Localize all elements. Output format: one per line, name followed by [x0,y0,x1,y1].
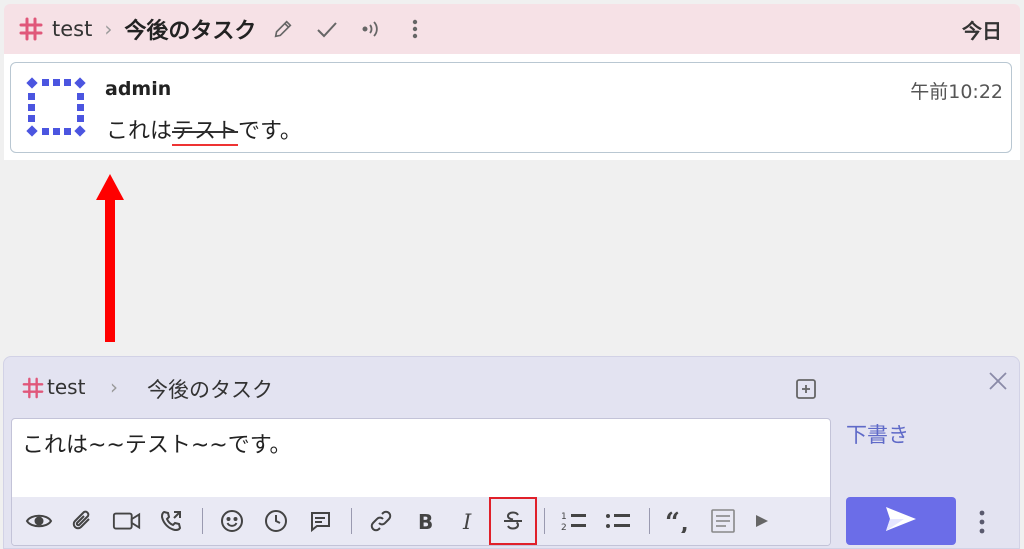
svg-text:“,: “, [665,509,689,533]
message-text-before: これは [106,119,173,144]
new-topic-plus-icon[interactable] [794,377,818,401]
breadcrumb-separator: › [104,17,113,41]
message-body: これはテストです。 [106,113,302,146]
toolbar-divider [351,508,352,534]
date-divider: 今日 [962,18,1002,43]
message-textarea[interactable]: これは~~テスト~~です。 B I 1 2 “, [11,418,831,546]
topic-header: test › 今後のタスク 今日 [4,4,1020,54]
message-composer: test › 今後のタスク 下書き これは~~テスト~~です。 B I 1 2 … [3,356,1020,549]
spoiler-icon[interactable] [708,506,738,536]
avatar[interactable] [26,77,86,137]
bold-icon[interactable]: B [410,506,440,536]
bullet-list-icon[interactable] [603,506,633,536]
scroll-right-arrow-icon[interactable] [752,506,772,536]
message-time: 午前10:22 [910,81,1003,103]
toolbar-divider [649,508,650,534]
follow-signal-icon[interactable] [358,16,384,42]
poll-message-icon[interactable] [305,506,335,536]
message-input-text[interactable]: これは~~テスト~~です。 [22,427,292,459]
channel-name[interactable]: test [52,17,92,41]
annotation-arrow [95,174,125,342]
strikethrough-icon[interactable] [489,497,537,545]
resolve-check-icon[interactable] [314,16,340,42]
send-paper-plane-icon [884,505,918,537]
composer-channel-name[interactable]: test [47,375,85,399]
svg-text:2: 2 [561,523,567,533]
send-options-more-icon[interactable] [972,507,992,537]
message-card[interactable]: admin 午前10:22 これはテストです。 [10,62,1012,153]
send-button[interactable] [846,497,956,545]
edit-pencil-icon[interactable] [270,16,296,42]
topic-title[interactable]: 今後のタスク [124,13,256,45]
voice-call-icon[interactable] [156,506,186,536]
svg-text:B: B [418,510,433,532]
more-vertical-icon[interactable] [402,16,428,42]
composer-separator: › [110,375,118,399]
formatting-toolbar: B I 12 “, [12,497,830,545]
toolbar-divider [202,508,203,534]
close-icon[interactable] [986,369,1010,393]
quote-icon[interactable]: “, [664,506,694,536]
message-text-after: です。 [238,119,302,144]
numbered-list-icon[interactable]: 12 [559,506,589,536]
link-icon[interactable] [366,506,396,536]
drafts-link[interactable]: 下書き [846,419,909,449]
hash-icon [22,377,44,399]
svg-text:1: 1 [561,512,567,522]
composer-topic[interactable]: 今後のタスク [147,374,273,404]
message-list: admin 午前10:22 これはテストです。 [4,54,1020,160]
message-strikethrough-text: テスト [172,119,239,146]
preview-eye-icon[interactable] [24,506,54,536]
message-author[interactable]: admin [105,78,171,100]
emoji-smile-icon[interactable] [217,506,247,536]
svg-text:I: I [462,510,472,532]
attach-paperclip-icon[interactable] [68,506,98,536]
italic-icon[interactable]: I [454,506,484,536]
hash-icon [18,16,44,42]
global-time-clock-icon[interactable] [261,506,291,536]
toolbar-divider [544,508,545,534]
video-call-icon[interactable] [112,506,142,536]
